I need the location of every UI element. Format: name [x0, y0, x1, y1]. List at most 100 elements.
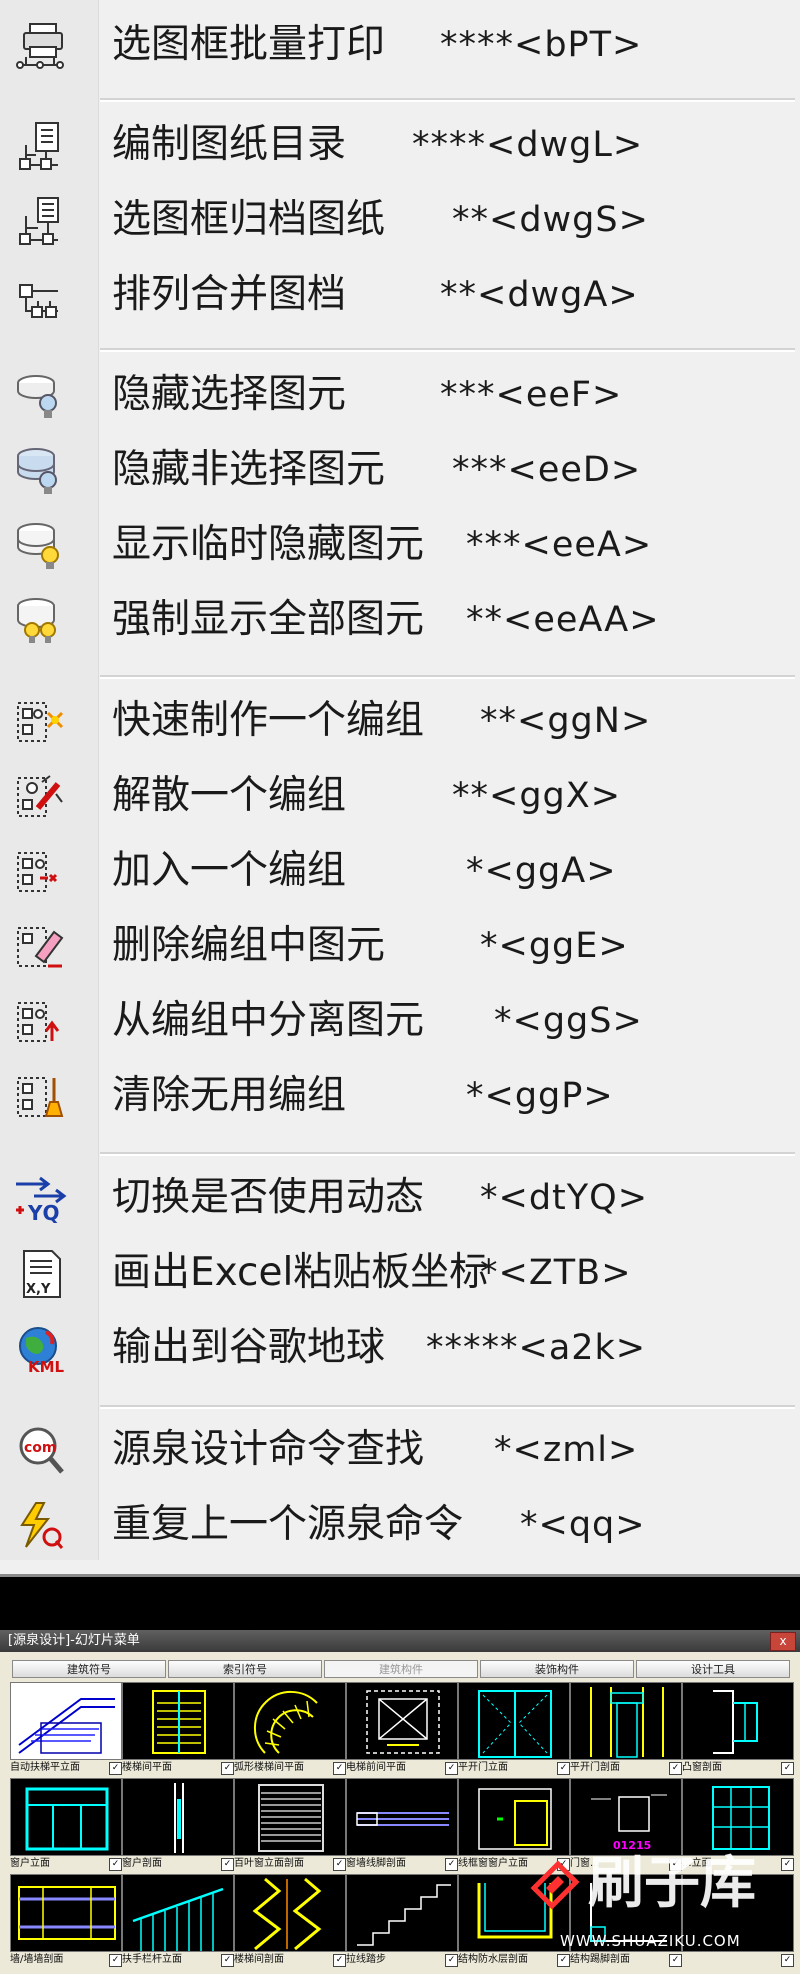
thumbnail-checkbox[interactable]: ✓ — [781, 1762, 794, 1775]
menu-item-batch-print[interactable]: 选图框批量打印 ****<bPT> — [0, 12, 800, 80]
thumbnail-door-elevation[interactable]: 平开门立面 ✓ — [458, 1682, 570, 1776]
hide-selected-icon — [12, 371, 68, 421]
menu-item-hide-unselected[interactable]: 隐藏非选择图元 ***<eeD> — [0, 437, 800, 505]
thumbnail-checkbox[interactable]: ✓ — [109, 1954, 122, 1967]
menu-item-group-create[interactable]: 快速制作一个编组 **<ggN> — [0, 688, 800, 756]
thumbnail-image — [458, 1778, 570, 1856]
thumbnail-checkbox[interactable]: ✓ — [333, 1762, 346, 1775]
menu-item-shortcut: **<ggN> — [480, 701, 652, 741]
menu-item-show-all[interactable]: 强制显示全部图元 **<eeAA> — [0, 587, 800, 655]
group-add-icon — [12, 847, 68, 897]
menu-item-toggle-dynamic[interactable]: YQ 切换是否使用动态 *<dtYQ> — [0, 1165, 800, 1233]
thumbnail-checkbox[interactable]: ✓ — [221, 1954, 234, 1967]
menu-item-shortcut: ****<dwgL> — [412, 125, 644, 165]
xy-clipboard-icon: X,Y — [12, 1249, 68, 1299]
thumbnail-checkbox[interactable]: ✓ — [221, 1762, 234, 1775]
thumbnail-stair-plan[interactable]: 楼梯间平面 ✓ — [122, 1682, 234, 1776]
thumbnail-image — [234, 1874, 346, 1952]
menu-item-shortcut: ****<bPT> — [440, 25, 643, 65]
menu-item-shortcut: *****<a2k> — [426, 1328, 647, 1368]
thumbnail-caption: 窗墙线脚剖面 — [346, 1858, 406, 1869]
menu-item-group-add[interactable]: 加入一个编组 *<ggA> — [0, 838, 800, 906]
menu-item-label: 选图框批量打印 — [112, 22, 386, 67]
thumbnail-checkbox[interactable]: ✓ — [557, 1762, 570, 1775]
thumbnail-checkbox[interactable]: ✓ — [445, 1954, 458, 1967]
thumbnail-checkbox[interactable]: ✓ — [669, 1954, 682, 1967]
thumbnail-checkbox[interactable]: ✓ — [781, 1954, 794, 1967]
thumbnail-window-section[interactable]: 窗户剖面 ✓ — [122, 1778, 234, 1872]
thumbnail-louver-window[interactable]: 百叶窗立面剖面 ✓ — [234, 1778, 346, 1872]
menu-item-drawing-list[interactable]: 编制图纸目录 ****<dwgL> — [0, 112, 800, 180]
menu-item-shortcut: **<ggX> — [452, 776, 622, 816]
menu-item-label: 源泉设计命令查找 — [112, 1427, 425, 1472]
thumbnail-stair-step[interactable]: 拉线踏步 ✓ — [346, 1874, 458, 1968]
menu-separator — [100, 348, 795, 352]
thumbnail-checkbox[interactable]: ✓ — [333, 1954, 346, 1967]
thumbnail-image — [10, 1874, 122, 1952]
menu-item-archive-drawing[interactable]: 选图框归档图纸 **<dwgS> — [0, 187, 800, 255]
thumbnail-checkbox[interactable]: ✓ — [669, 1762, 682, 1775]
thumbnail-stair-section[interactable]: 楼梯间剖面 ✓ — [234, 1874, 346, 1968]
thumbnail-caption: 墙/墙墙剖面 — [10, 1954, 64, 1965]
menu-item-repeat-command[interactable]: 重复上一个源泉命令 *<qq> — [0, 1492, 800, 1560]
menu-item-group-explode[interactable]: 解散一个编组 **<ggX> — [0, 763, 800, 831]
menu-item-shortcut: *<dtYQ> — [480, 1178, 649, 1218]
menu-item-export-google-earth[interactable]: KML 输出到谷歌地球 *****<a2k> — [0, 1315, 800, 1383]
menu-item-label: 快速制作一个编组 — [112, 698, 425, 743]
menu-item-excel-coordinates[interactable]: X,Y 画出Excel粘贴板坐标 *<ZTB> — [0, 1240, 800, 1308]
thumbnail-checkbox[interactable]: ✓ — [445, 1858, 458, 1871]
menu-item-merge-drawing[interactable]: 排列合并图档 **<dwgA> — [0, 262, 800, 330]
menu-item-hide-selected[interactable]: 隐藏选择图元 ***<eeF> — [0, 362, 800, 430]
tab-index-symbols[interactable]: 索引符号 — [168, 1660, 322, 1678]
dialog-titlebar[interactable]: [源泉设计]-幻灯片菜单 x — [0, 1630, 800, 1652]
thumbnail-elevator-lobby[interactable]: 电梯前间平面 ✓ — [346, 1682, 458, 1776]
thumbnail-checkbox[interactable]: ✓ — [109, 1762, 122, 1775]
group-separate-icon — [12, 997, 68, 1047]
watermark-logo — [528, 1858, 582, 1912]
thumbnail-door-section[interactable]: 平开门剖面 ✓ — [570, 1682, 682, 1776]
group-erase-icon — [12, 922, 68, 972]
thumbnail-curved-stair[interactable]: 弧形楼梯间平面 ✓ — [234, 1682, 346, 1776]
kml-globe-icon: KML — [12, 1324, 68, 1376]
thumbnail-checkbox[interactable]: ✓ — [557, 1954, 570, 1967]
tab-building-components[interactable]: 建筑构件 — [324, 1660, 478, 1678]
menu-item-shortcut: ***<eeF> — [440, 375, 623, 415]
menu-item-show-hidden[interactable]: 显示临时隐藏图元 ***<eeA> — [0, 512, 800, 580]
thumbnail-escalator[interactable]: 自动扶梯平立面 ✓ — [10, 1682, 122, 1776]
thumbnail-bay-window-section[interactable]: 凸窗剖面 ✓ — [682, 1682, 794, 1776]
thumbnail-caption: 拉线踏步 — [346, 1954, 386, 1965]
menu-item-label: 排列合并图档 — [112, 272, 347, 317]
menu-item-label: 从编组中分离图元 — [112, 998, 425, 1043]
thumbnail-checkbox[interactable]: ✓ — [109, 1858, 122, 1871]
thumbnail-image — [10, 1682, 122, 1760]
menu-item-command-search[interactable]: com 源泉设计命令查找 *<zml> — [0, 1417, 800, 1485]
close-button[interactable]: x — [770, 1632, 796, 1651]
tab-decoration-components[interactable]: 装饰构件 — [480, 1660, 634, 1678]
thumbnail-checkbox[interactable]: ✓ — [333, 1858, 346, 1871]
svg-text:KML: KML — [28, 1358, 65, 1374]
menu-item-group-purge[interactable]: 清除无用编组 *<ggP> — [0, 1063, 800, 1131]
group-create-icon — [12, 697, 68, 747]
thumbnail-image — [10, 1778, 122, 1856]
thumbnail-window-elevation[interactable]: 窗户立面 ✓ — [10, 1778, 122, 1872]
menu-item-label: 强制显示全部图元 — [112, 597, 425, 642]
menu-item-label: 选图框归档图纸 — [112, 197, 386, 242]
thumbnail-wall-section[interactable]: 墙/墙墙剖面 ✓ — [10, 1874, 122, 1968]
menu-item-group-erase[interactable]: 删除编组中图元 *<ggE> — [0, 913, 800, 981]
watermark-url: WWW.SHUAZIKU.COM — [560, 1932, 741, 1950]
menu-item-shortcut: *<ggS> — [494, 1001, 643, 1041]
menu-item-shortcut: **<dwgA> — [440, 275, 639, 315]
thumbnail-window-molding[interactable]: 窗墙线脚剖面 ✓ — [346, 1778, 458, 1872]
thumbnail-caption: 楼梯间剖面 — [234, 1954, 284, 1965]
thumbnail-checkbox[interactable]: ✓ — [445, 1762, 458, 1775]
thumbnail-checkbox[interactable]: ✓ — [221, 1858, 234, 1871]
thumbnail-railing-elevation[interactable]: 扶手栏杆立面 ✓ — [122, 1874, 234, 1968]
tab-architecture-symbols[interactable]: 建筑符号 — [12, 1660, 166, 1678]
tab-design-tools[interactable]: 设计工具 — [636, 1660, 790, 1678]
menu-separator — [100, 1152, 795, 1156]
thumbnail-caption: 平开门剖面 — [570, 1762, 620, 1773]
menu-item-group-separate[interactable]: 从编组中分离图元 *<ggS> — [0, 988, 800, 1056]
menu-item-shortcut: *<ggE> — [480, 926, 629, 966]
thumbnail-checkbox[interactable]: ✓ — [781, 1858, 794, 1871]
slide-menu-dialog: [源泉设计]-幻灯片菜单 x 建筑符号 索引符号 建筑构件 装饰构件 设计工具 … — [0, 1630, 800, 1974]
